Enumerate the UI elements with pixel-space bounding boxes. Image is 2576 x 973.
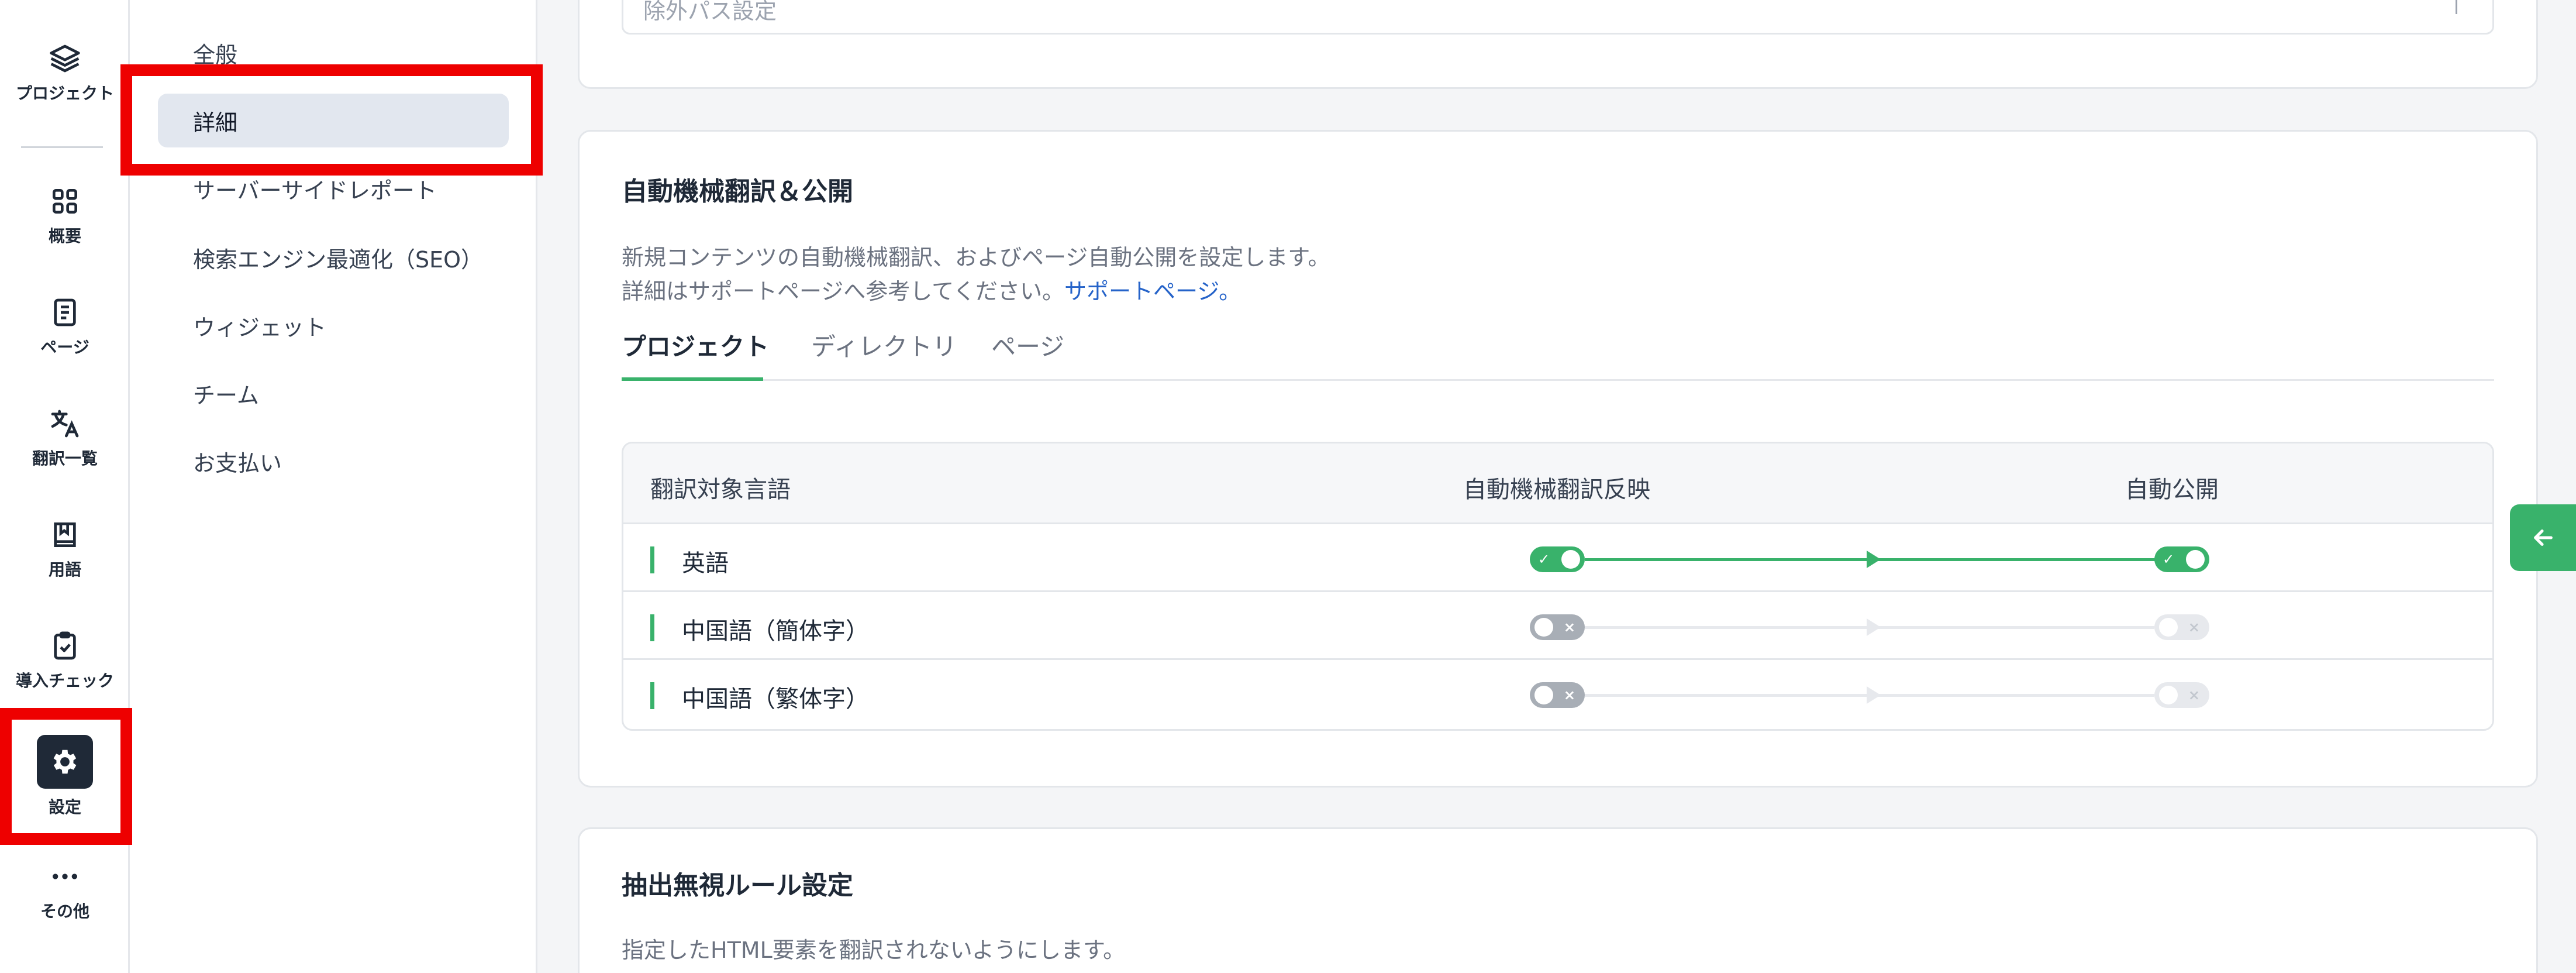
grid-icon (53, 189, 77, 214)
auto-translate-toggle[interactable]: ✓ (1530, 546, 1585, 572)
table-row: 中国語（簡体字） × × (623, 592, 2492, 660)
rail-item-install-check[interactable]: 導入チェック (0, 630, 130, 692)
flow-arrow-icon (1867, 618, 1881, 636)
tab-project[interactable]: プロジェクト (622, 325, 769, 381)
auto-publish-toggle[interactable]: × (2154, 614, 2209, 640)
card-title: 自動機械翻訳＆公開 (622, 177, 853, 207)
rail-label: 翻訳一覧 (32, 449, 98, 468)
document-icon (54, 298, 76, 326)
language-marker (650, 682, 654, 709)
check-icon: ✓ (1538, 551, 1550, 568)
submenu-item-seo[interactable]: 検索エンジン最適化（SEO） (158, 231, 509, 284)
tab-directory[interactable]: ディレクトリ (811, 325, 957, 381)
language-marker (650, 546, 654, 573)
rail-item-translations[interactable]: 翻訳一覧 (0, 407, 130, 469)
rail-label: 用語 (48, 560, 81, 579)
submenu-item-team[interactable]: チーム (158, 366, 509, 420)
cross-icon: × (1563, 619, 1575, 635)
layers-icon (50, 44, 80, 73)
rail-label: その他 (40, 902, 89, 921)
translate-icon (51, 410, 79, 438)
exclude-path-label: 除外パス設定 (643, 0, 777, 24)
highlight-box-settings (0, 708, 132, 845)
arrow-left-icon (2533, 530, 2553, 546)
rail-item-project[interactable]: プロジェクト (0, 42, 130, 104)
rail-item-more[interactable]: その他 (0, 860, 130, 922)
rail-label: 概要 (48, 226, 81, 246)
auto-publish-toggle[interactable]: ✓ (2154, 546, 2209, 572)
language-settings-table: 翻訳対象言語 自動機械翻訳反映 自動公開 英語 ✓ ✓ 中国語（簡体字） × ×… (622, 442, 2494, 731)
toggle-knob (1561, 550, 1580, 569)
cross-icon: × (2188, 619, 2200, 635)
language-name: 英語 (682, 550, 729, 577)
rail-label: ページ (40, 338, 89, 357)
toggle-knob (1534, 686, 1553, 704)
auto-translate-card: 自動機械翻訳＆公開 新規コンテンツの自動機械翻訳、およびページ自動公開を設定しま… (578, 130, 2538, 788)
table-header: 翻訳対象言語 自動機械翻訳反映 自動公開 (623, 443, 2492, 524)
tab-page[interactable]: ページ (991, 325, 1064, 381)
cross-icon: × (1563, 687, 1575, 703)
book-icon (54, 522, 76, 547)
card-description: 指定したHTML要素を翻訳されないようにします。 (622, 937, 1126, 963)
table-row: 中国語（繁体字） × × (623, 660, 2492, 728)
exclude-path-field[interactable]: 除外パス設定 (622, 0, 2494, 35)
clipboard-check-icon (54, 631, 76, 660)
language-name: 中国語（繁体字） (682, 686, 869, 713)
toggle-knob (2159, 686, 2178, 704)
description-line-1: 新規コンテンツの自動機械翻訳、およびページ自動公開を設定します。 (622, 245, 1330, 270)
rail-item-glossary[interactable]: 用語 (0, 518, 130, 580)
ignore-rules-card: 抽出無視ルール設定 指定したHTML要素を翻訳されないようにします。 (578, 827, 2538, 973)
exclude-path-card: 除外パス設定 (578, 0, 2538, 89)
rail-item-pages[interactable]: ページ (0, 296, 130, 358)
flow-connector (1585, 558, 2189, 561)
description-line-2: 詳細はサポートページへ参考してください。サポートページ。 (622, 274, 1330, 308)
more-icon (53, 874, 77, 879)
language-name: 中国語（簡体字） (682, 618, 869, 645)
language-marker (650, 614, 654, 641)
rail-divider (21, 146, 103, 148)
card-description: 新規コンテンツの自動機械翻訳、およびページ自動公開を設定します。 詳細はサポート… (622, 240, 1330, 308)
submenu-item-billing[interactable]: お支払い (158, 434, 509, 488)
field-caret (2456, 0, 2457, 14)
support-page-link[interactable]: サポートページ。 (1064, 279, 1241, 304)
rail-label: プロジェクト (15, 84, 114, 103)
cross-icon: × (2188, 687, 2200, 703)
auto-translate-toggle[interactable]: × (1530, 614, 1585, 640)
check-icon: ✓ (2163, 551, 2175, 568)
card-title: 抽出無視ルール設定 (622, 871, 853, 900)
rail-item-overview[interactable]: 概要 (0, 185, 130, 247)
table-row: 英語 ✓ ✓ (623, 524, 2492, 592)
toggle-knob (1534, 618, 1553, 637)
header-auto-publish: 自動公開 (2125, 476, 2219, 503)
highlight-box-details (120, 64, 543, 176)
submenu-item-widget[interactable]: ウィジェット (158, 298, 509, 352)
auto-publish-toggle[interactable]: × (2154, 682, 2209, 708)
toggle-knob (2186, 550, 2205, 569)
flow-arrow-icon (1867, 686, 1881, 704)
auto-translate-toggle[interactable]: × (1530, 682, 1585, 708)
description-line-2-text: 詳細はサポートページへ参考してください。 (622, 279, 1064, 304)
toggle-knob (2159, 618, 2178, 637)
header-target-language: 翻訳対象言語 (650, 476, 791, 503)
rail-label: 導入チェック (15, 671, 114, 690)
flow-arrow-icon (1867, 551, 1881, 568)
scope-tabs: プロジェクト ディレクトリ ページ (622, 325, 2494, 381)
side-panel-toggle[interactable] (2510, 504, 2576, 571)
header-auto-translate: 自動機械翻訳反映 (1463, 476, 1650, 503)
